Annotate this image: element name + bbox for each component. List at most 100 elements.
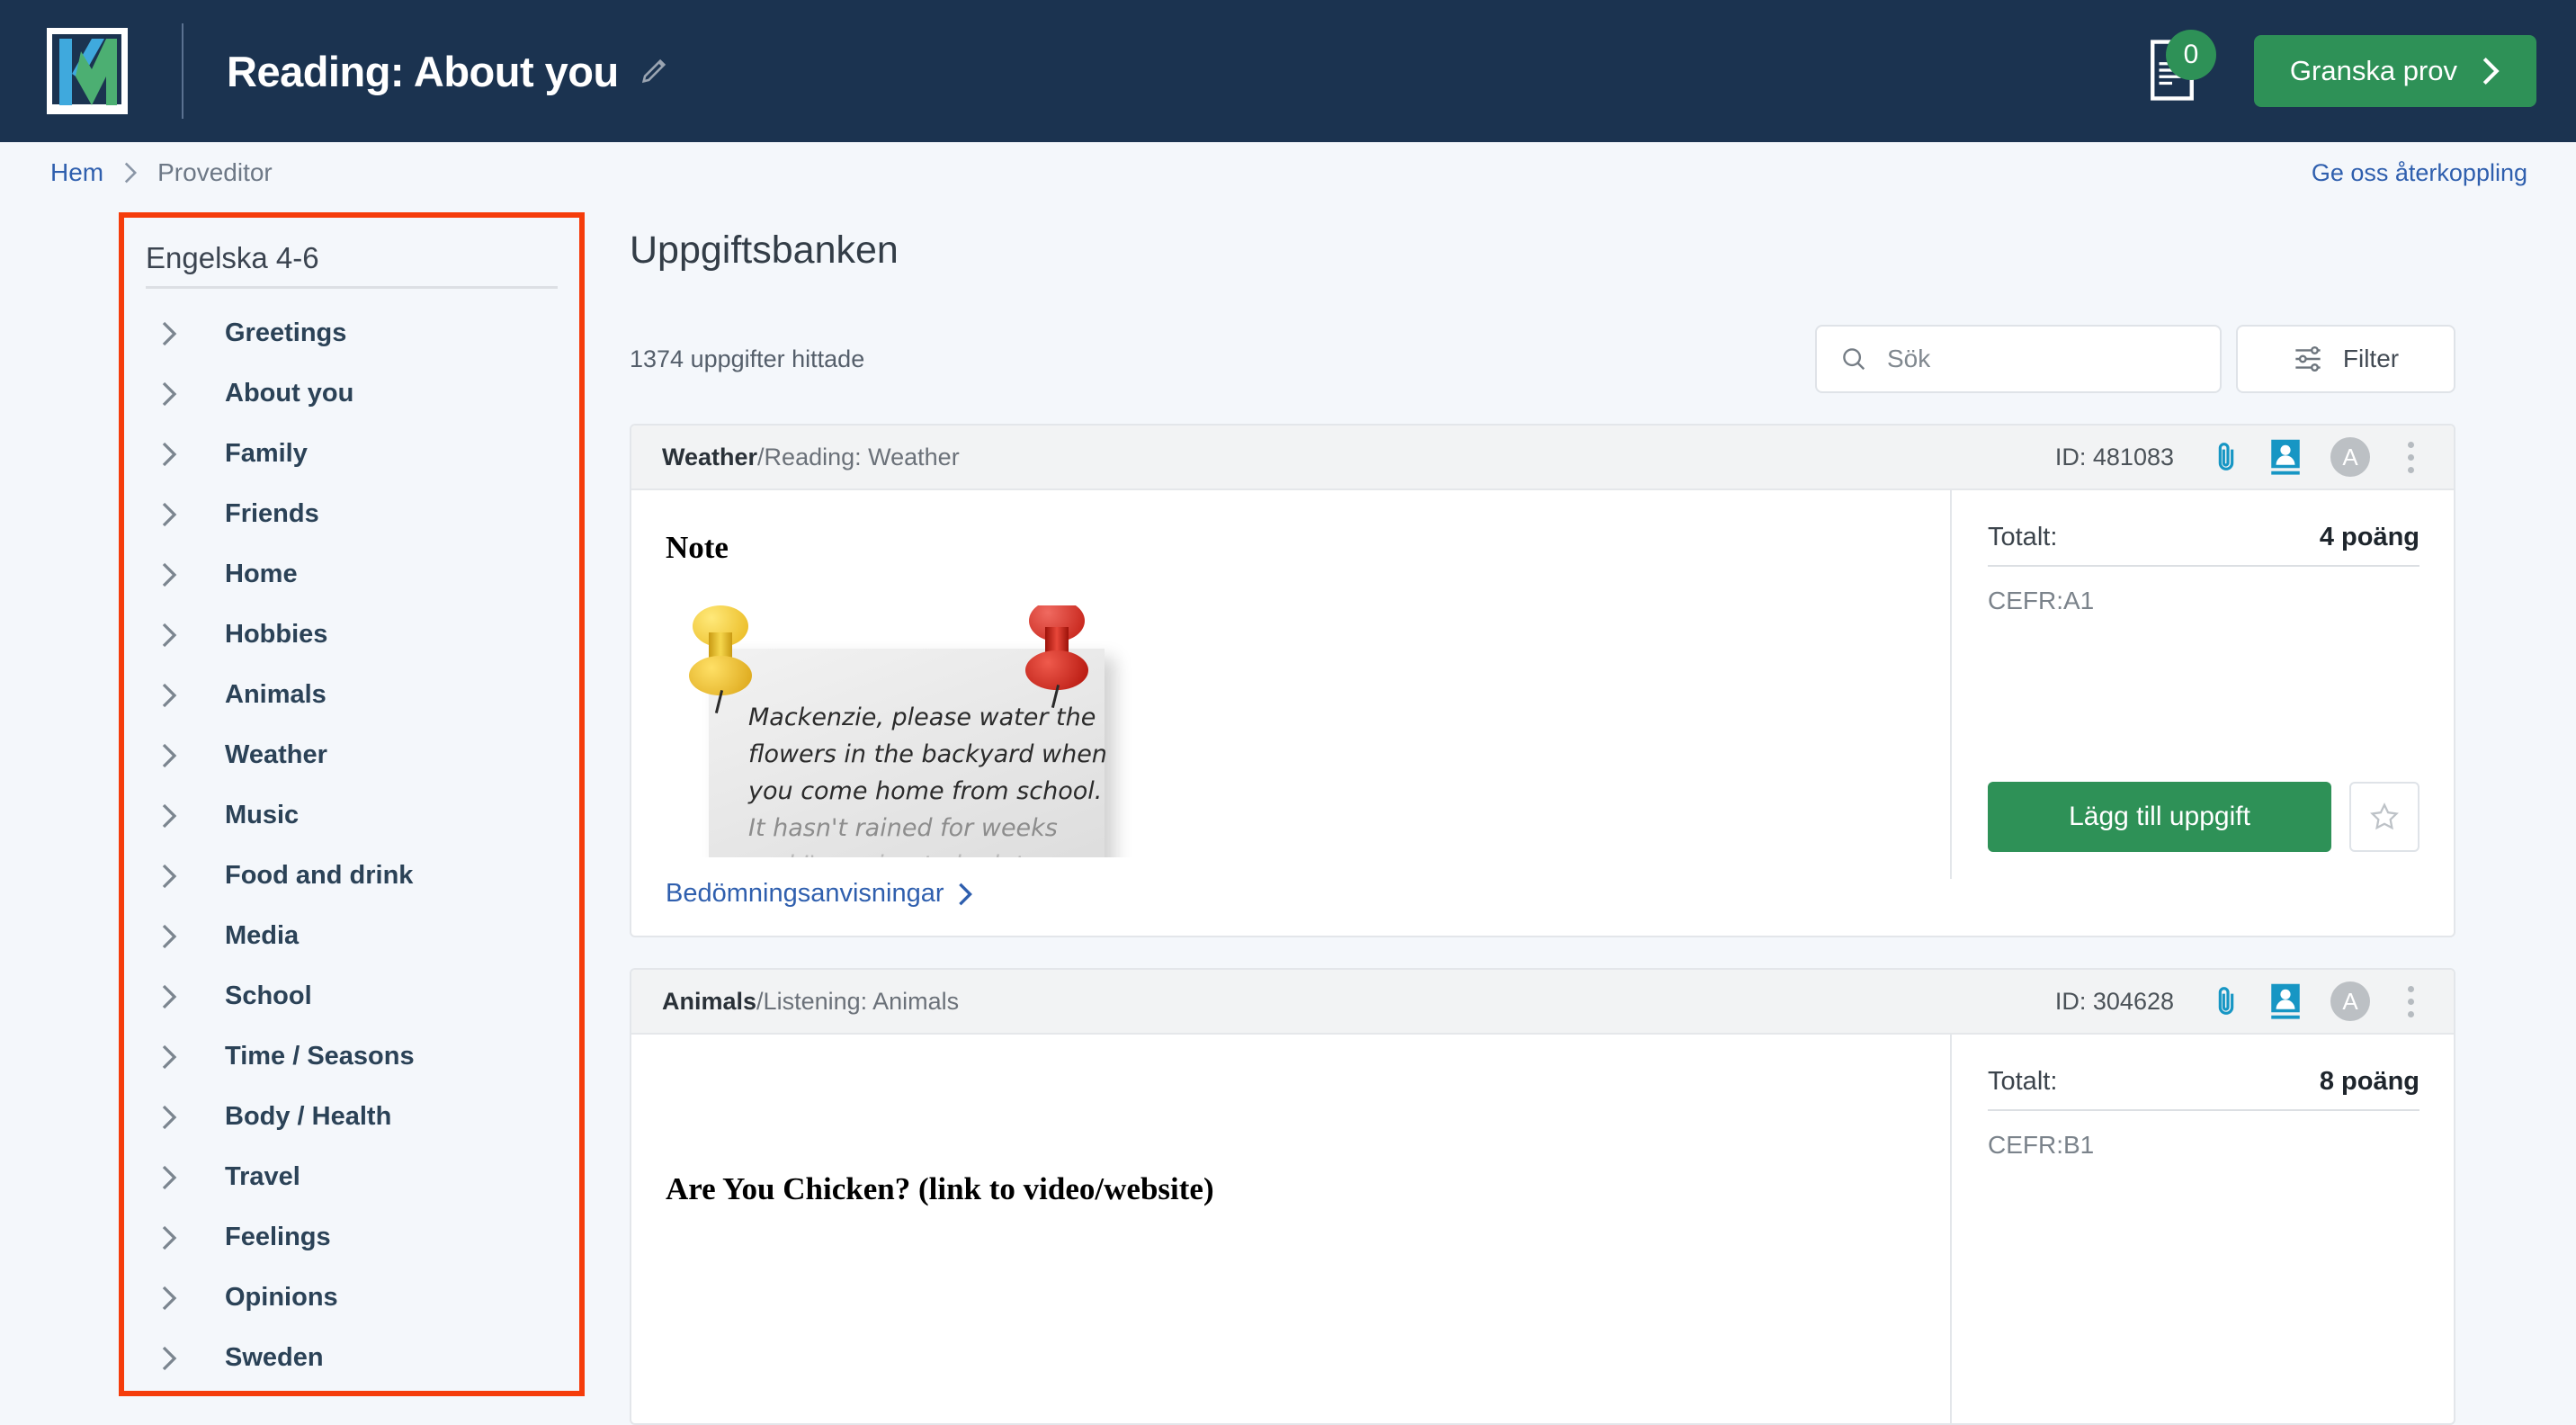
- breadcrumb-home[interactable]: Hem: [50, 158, 103, 187]
- total-label: Totalt:: [1988, 523, 2058, 551]
- task-topic: Animals: [662, 987, 757, 1015]
- note-line: you come home from school.: [748, 777, 1103, 805]
- chevron-right-icon: [160, 1285, 191, 1312]
- avatar[interactable]: A: [2330, 437, 2370, 477]
- total-label: Totalt:: [1988, 1067, 2058, 1096]
- topic-list-overflow: English speaking countries: [119, 1396, 585, 1414]
- search-input[interactable]: Sök: [1815, 325, 2222, 393]
- topic-sidebar: Engelska 4-6 Greetings About you Family …: [119, 212, 585, 1396]
- sidebar-item-travel[interactable]: Travel: [124, 1147, 579, 1207]
- chevron-right-icon: [160, 381, 191, 408]
- sidebar-item-friends[interactable]: Friends: [124, 484, 579, 544]
- cefr-level: CEFR:B1: [1988, 1131, 2095, 1159]
- sliders-icon: [2295, 345, 2321, 372]
- note-line: It hasn't rained for weeks: [748, 814, 1058, 842]
- document-counter[interactable]: 0: [2146, 30, 2216, 103]
- chevron-right-icon: [160, 1104, 191, 1131]
- paperclip-icon[interactable]: [2212, 983, 2241, 1019]
- chevron-right-icon: [160, 1345, 191, 1372]
- assessment-link-label: Bedömningsanvisningar: [666, 879, 944, 908]
- sidebar-item-time-seasons[interactable]: Time / Seasons: [124, 1026, 579, 1087]
- sidebar-item-about-you[interactable]: About you: [124, 363, 579, 424]
- sidebar-item-weather[interactable]: Weather: [124, 725, 579, 785]
- chevron-right-icon: [160, 622, 191, 649]
- course-select[interactable]: Engelska 4-6: [146, 241, 558, 289]
- page-title: Reading: About you: [227, 47, 619, 95]
- chevron-right-icon: [160, 1044, 191, 1071]
- sidebar-item-family[interactable]: Family: [124, 424, 579, 484]
- sidebar-item-opinions[interactable]: Opinions: [124, 1268, 579, 1328]
- kebab-menu-icon[interactable]: [2399, 982, 2423, 1021]
- sidebar-item-body-health[interactable]: Body / Health: [124, 1087, 579, 1147]
- sidebar-item-label: Friends: [225, 499, 319, 528]
- chevron-right-icon: [160, 1164, 191, 1191]
- sidebar-item-label: Media: [225, 921, 300, 950]
- total-value: 4 poäng: [2319, 523, 2419, 551]
- avatar[interactable]: A: [2330, 981, 2370, 1021]
- header-actions: 0 Granska prov: [2146, 30, 2536, 107]
- chevron-right-icon: [160, 863, 191, 890]
- note-line: flowers in the backyard when: [748, 740, 1107, 768]
- review-test-label: Granska prov: [2289, 55, 2457, 86]
- chevron-right-icon: [125, 162, 138, 184]
- sidebar-item-label: Greetings: [225, 318, 347, 347]
- sidebar-item-label: Feelings: [225, 1223, 331, 1251]
- note-image: Mackenzie, please water the flowers in t…: [666, 605, 1151, 857]
- sidebar-item-label: Animals: [225, 680, 326, 709]
- favorite-button[interactable]: [2349, 782, 2419, 852]
- person-card-icon[interactable]: [2269, 438, 2302, 476]
- task-card-header: Weather/Reading: Weather ID: 481083 A: [631, 426, 2454, 490]
- sidebar-item-label: Weather: [225, 740, 327, 769]
- assessment-instructions-link[interactable]: Bedömningsanvisningar: [666, 879, 973, 909]
- task-content: Are You Chicken? (link to video/website): [631, 1035, 1950, 1423]
- header-divider: [182, 23, 183, 119]
- sidebar-item-label: Time / Seasons: [225, 1042, 415, 1071]
- chevron-right-icon: [160, 1224, 191, 1251]
- review-test-button[interactable]: Granska prov: [2253, 35, 2536, 107]
- sidebar-item-school[interactable]: School: [124, 966, 579, 1026]
- feedback-link[interactable]: Ge oss återkoppling: [2312, 159, 2527, 187]
- page-heading: Uppgiftsbanken: [630, 229, 899, 272]
- paperclip-icon[interactable]: [2212, 439, 2241, 475]
- task-actions: Lägg till uppgift: [1988, 782, 2419, 852]
- task-card-actions: ID: 481083 A: [2055, 437, 2423, 477]
- task-card-body: Note Mackenzie, please water the flowers…: [631, 490, 2454, 879]
- task-subtitle: /Reading: Weather: [757, 443, 960, 471]
- note-line: and I'm going to be late,: [748, 847, 1108, 857]
- search-filter-group: Sök Filter: [1815, 325, 2455, 393]
- chevron-right-icon: [160, 682, 191, 709]
- sidebar-item-animals[interactable]: Animals: [124, 665, 579, 725]
- sidebar-item-feelings[interactable]: Feelings: [124, 1207, 579, 1268]
- total-points-row: Totalt: 4 poäng: [1988, 523, 2419, 567]
- sidebar-item-label: Family: [225, 439, 308, 468]
- sidebar-item-label: Music: [225, 801, 300, 829]
- chevron-right-icon: [160, 441, 191, 468]
- sidebar-item-media[interactable]: Media: [124, 906, 579, 966]
- yellow-pushpin-icon: [687, 605, 754, 713]
- sidebar-item-music[interactable]: Music: [124, 785, 579, 846]
- sidebar-item-label: Opinions: [225, 1283, 338, 1312]
- sidebar-item-english-speaking-countries[interactable]: English speaking countries: [119, 1396, 585, 1414]
- sidebar-item-food-and-drink[interactable]: Food and drink: [124, 846, 579, 906]
- sidebar-item-label: About you: [225, 379, 354, 408]
- person-card-icon[interactable]: [2269, 982, 2302, 1020]
- task-path: Animals/Listening: Animals: [662, 988, 959, 1016]
- filter-button[interactable]: Filter: [2236, 325, 2455, 393]
- task-id: ID: 481083: [2054, 443, 2174, 471]
- pencil-icon[interactable]: [639, 56, 669, 86]
- badge-count: 0: [2165, 30, 2216, 80]
- sidebar-item-home[interactable]: Home: [124, 544, 579, 605]
- task-path: Weather/Reading: Weather: [662, 444, 960, 471]
- sidebar-item-greetings[interactable]: Greetings: [124, 303, 579, 363]
- sidebar-item-hobbies[interactable]: Hobbies: [124, 605, 579, 665]
- breadcrumb-current: Proveditor: [157, 158, 273, 186]
- breadcrumb-bar: Hem Proveditor Ge oss återkoppling: [0, 142, 2576, 203]
- km-logo[interactable]: [40, 24, 135, 118]
- sidebar-item-sweden[interactable]: Sweden: [124, 1328, 579, 1388]
- search-icon: [1843, 348, 1865, 371]
- app-header: Reading: About you 0 Granska prov: [0, 0, 2576, 142]
- chevron-right-icon: [2482, 57, 2500, 85]
- add-task-button[interactable]: Lägg till uppgift: [1988, 782, 2331, 852]
- sidebar-item-label: School: [225, 981, 312, 1010]
- kebab-menu-icon[interactable]: [2399, 438, 2423, 477]
